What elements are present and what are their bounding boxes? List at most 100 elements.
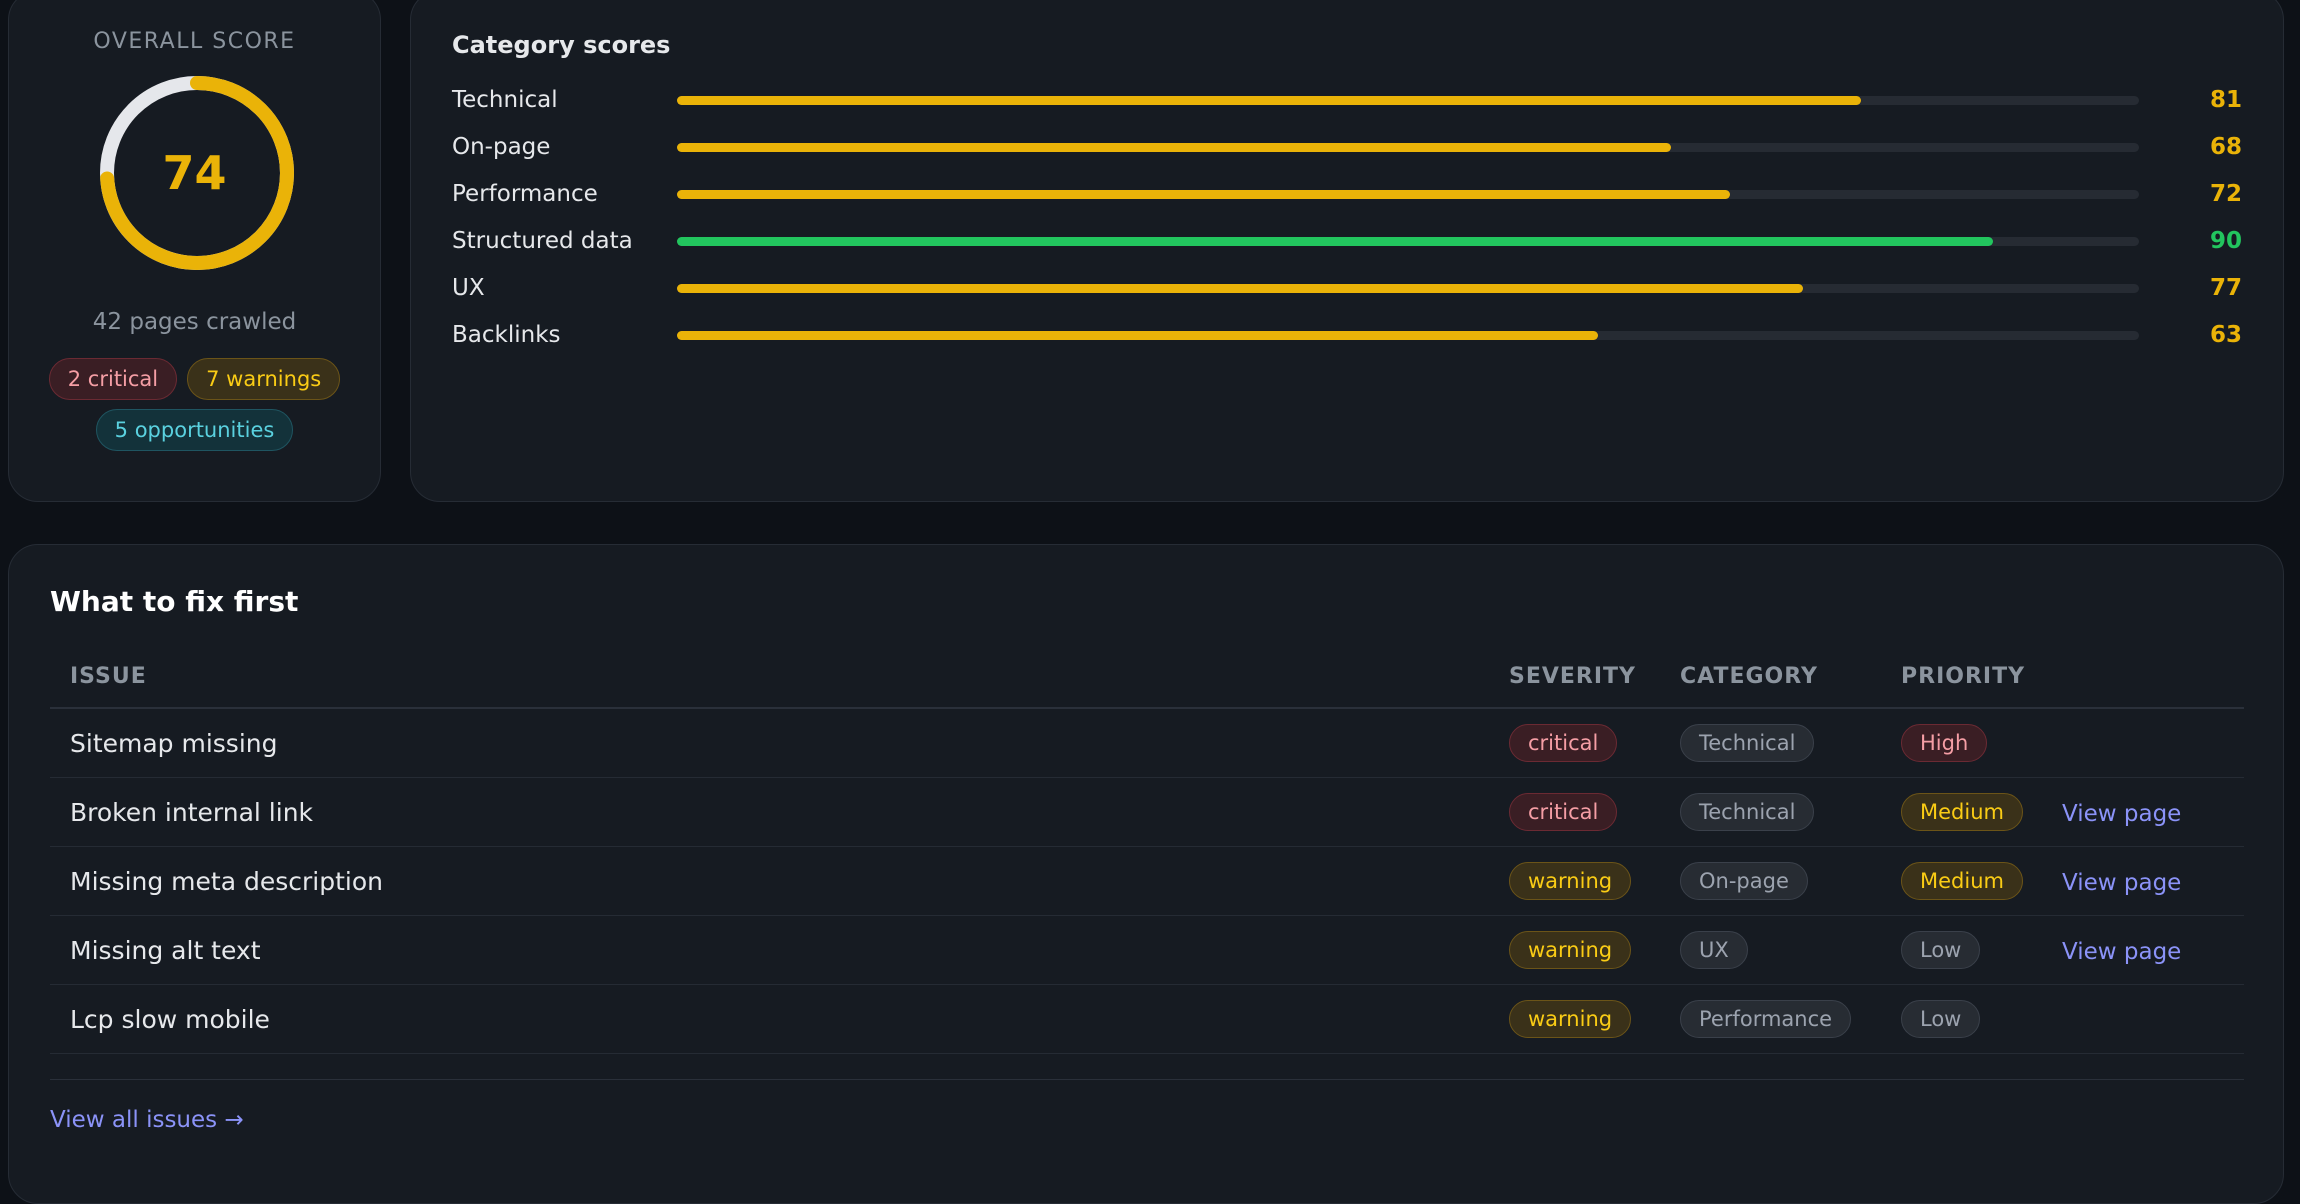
severity-cell: critical [1489, 777, 1660, 847]
fix-first-divider [50, 1079, 2244, 1080]
action-cell: View page [2042, 777, 2244, 847]
overall-score-card: OVERALL SCORE 74 42 pages crawled 2 crit… [8, 0, 381, 502]
category-label: Structured data [452, 228, 633, 254]
issue-name: Broken internal link [50, 777, 1489, 847]
category-bar-fill [677, 331, 1599, 340]
category-cell: UX [1660, 915, 1881, 985]
category-cell: Technical [1660, 708, 1881, 778]
fix-first-title: What to fix first [50, 585, 299, 618]
category-score-value: 81 [2209, 87, 2242, 113]
issue-row: Broken internal link critical Technical Med… [50, 777, 2244, 847]
category-score-value: 77 [2209, 275, 2242, 301]
category-label: On-page [452, 134, 551, 160]
column-header-category: CATEGORY [1660, 645, 1881, 709]
severity-cell: warning [1489, 984, 1660, 1054]
opportunities-row: 5 opportunities [9, 409, 380, 451]
priority-badge: Low [1901, 1000, 1981, 1038]
action-cell: View page [2042, 915, 2244, 985]
priority-cell: Low [1881, 915, 2042, 985]
category-row: UX 77 [452, 271, 2242, 305]
category-tag: Performance [1680, 1000, 1852, 1038]
priority-cell: High [1881, 708, 2042, 778]
category-score-value: 63 [2209, 322, 2242, 348]
issue-row: Missing alt text warning UX Low View page [50, 915, 2244, 985]
action-cell: View page [2042, 846, 2244, 916]
category-bar-fill [677, 143, 1672, 152]
issue-name: Missing meta description [50, 846, 1489, 916]
view-page-link[interactable]: View page [2062, 801, 2181, 827]
severity-cell: warning [1489, 846, 1660, 916]
opportunities-count-badge: 5 opportunities [95, 409, 294, 451]
column-header-severity: SEVERITY [1489, 645, 1660, 709]
category-bar-fill [677, 190, 1730, 199]
category-bar-fill [677, 237, 1993, 246]
view-all-issues-link[interactable]: View all issues → [50, 1107, 244, 1133]
severity-badge: warning [1509, 1000, 1632, 1038]
severity-badge: critical [1509, 724, 1618, 762]
priority-badge: Medium [1901, 793, 2023, 831]
view-page-link[interactable]: View page [2062, 870, 2181, 896]
column-header-issue: ISSUE [50, 645, 1489, 709]
priority-badge: Low [1901, 931, 1981, 969]
priority-cell: Medium [1881, 846, 2042, 916]
critical-count-badge: 2 critical [48, 358, 178, 400]
category-bar-track [677, 143, 2139, 152]
issue-name: Lcp slow mobile [50, 984, 1489, 1054]
category-bar-track [677, 284, 2139, 293]
overall-score-title: OVERALL SCORE [93, 29, 296, 54]
category-label: UX [452, 275, 485, 301]
severity-badge: warning [1509, 931, 1632, 969]
issues-table-header: ISSUE SEVERITY CATEGORY PRIORITY [50, 645, 2244, 709]
priority-cell: Medium [1881, 777, 2042, 847]
severity-cell: critical [1489, 708, 1660, 778]
pages-crawled: 42 pages crawled [92, 309, 297, 335]
category-score-value: 90 [2209, 228, 2242, 254]
view-page-link[interactable]: View page [2062, 939, 2181, 965]
category-row: Backlinks 63 [452, 318, 2242, 352]
warnings-count-badge: 7 warnings [187, 358, 341, 400]
category-bar-fill [677, 284, 1803, 293]
column-header-priority: PRIORITY [1881, 645, 2042, 709]
fix-first-card: What to fix first ISSUE SEVERITY CATEGOR… [8, 544, 2284, 1204]
category-tag: On-page [1680, 862, 1808, 900]
severity-badge: critical [1509, 793, 1618, 831]
category-tag: Technical [1680, 724, 1815, 762]
issue-row: Sitemap missing critical Technical High [50, 708, 2244, 778]
category-tag: UX [1680, 931, 1748, 969]
action-cell [2042, 708, 2244, 778]
category-bar-track [677, 237, 2139, 246]
category-tag: Technical [1680, 793, 1815, 831]
category-bar-track [677, 190, 2139, 199]
column-header-action [2042, 645, 2244, 709]
category-cell: On-page [1660, 846, 1881, 916]
category-cell: Technical [1660, 777, 1881, 847]
issue-name: Sitemap missing [50, 708, 1489, 778]
action-cell [2042, 984, 2244, 1054]
issue-row: Lcp slow mobile warning Performance Low [50, 984, 2244, 1054]
overall-score-value: 74 [162, 146, 227, 200]
category-scores-title: Category scores [452, 31, 671, 59]
category-bar-track [677, 96, 2139, 105]
category-bar-fill [677, 96, 1862, 105]
issue-badges-row: 2 critical 7 warnings [9, 358, 380, 400]
category-score-value: 68 [2209, 134, 2242, 160]
category-cell: Performance [1660, 984, 1881, 1054]
category-row: On-page 68 [452, 130, 2242, 164]
category-row: Performance 72 [452, 177, 2242, 211]
category-row: Technical 81 [452, 83, 2242, 117]
category-row: Structured data 90 [452, 224, 2242, 258]
severity-cell: warning [1489, 915, 1660, 985]
issue-row: Missing meta description warning On-page Me… [50, 846, 2244, 916]
category-label: Performance [452, 181, 598, 207]
severity-badge: warning [1509, 862, 1632, 900]
category-label: Backlinks [452, 322, 561, 348]
category-label: Technical [452, 87, 558, 113]
priority-badge: Medium [1901, 862, 2023, 900]
category-scores-card: Category scores Technical 81 On-page 68 Perf… [410, 0, 2284, 502]
priority-cell: Low [1881, 984, 2042, 1054]
category-bar-track [677, 331, 2139, 340]
category-score-value: 72 [2209, 181, 2242, 207]
issue-name: Missing alt text [50, 915, 1489, 985]
priority-badge: High [1901, 724, 1988, 762]
issues-table: ISSUE SEVERITY CATEGORY PRIORITY Sitemap… [50, 645, 2244, 1054]
